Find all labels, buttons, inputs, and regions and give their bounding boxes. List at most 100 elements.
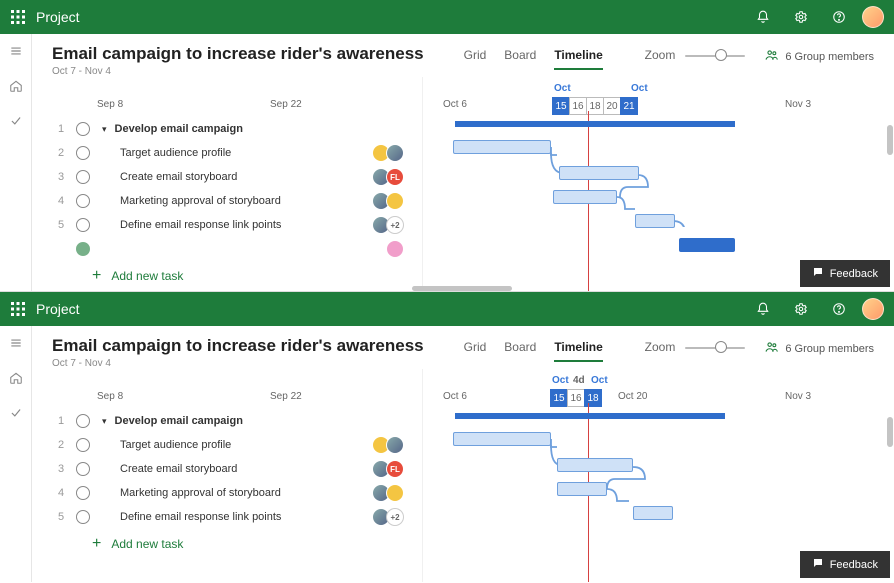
people-icon [765, 48, 779, 65]
user-avatar[interactable] [862, 298, 884, 320]
gantt-bar[interactable] [557, 482, 607, 496]
check-icon[interactable] [9, 406, 23, 425]
task-name: Define email response link points [120, 511, 281, 523]
view-tabs: Grid Board Timeline [464, 44, 603, 70]
notifications-icon[interactable] [754, 300, 772, 318]
plus-icon: + [92, 267, 101, 285]
chat-icon [812, 266, 824, 281]
feedback-button[interactable]: Feedback [800, 260, 890, 287]
help-icon[interactable] [830, 8, 848, 26]
gantt-bar[interactable] [559, 166, 639, 180]
gantt-bar[interactable] [453, 432, 551, 446]
home-icon[interactable] [9, 79, 23, 98]
titlebar: Project [0, 0, 894, 34]
tab-grid[interactable]: Grid [464, 48, 487, 70]
members-label: 6 Group members [785, 51, 874, 63]
assignees[interactable] [376, 436, 404, 454]
task-row[interactable] [52, 237, 422, 261]
zoom-slider[interactable] [685, 49, 745, 61]
menu-icon[interactable] [9, 336, 23, 355]
tab-timeline[interactable]: Timeline [554, 48, 602, 70]
gantt-bar[interactable] [679, 238, 735, 252]
complete-toggle[interactable] [76, 218, 90, 232]
complete-toggle[interactable] [76, 194, 90, 208]
complete-toggle[interactable] [76, 414, 90, 428]
assignees[interactable]: +2 [376, 216, 404, 234]
project-header: Email campaign to increase rider's aware… [32, 326, 894, 369]
assignees[interactable] [376, 484, 404, 502]
menu-icon[interactable] [9, 44, 23, 63]
project-dates: Oct 7 - Nov 4 [52, 66, 424, 77]
task-row[interactable]: 3 Create email storyboard FL [52, 165, 422, 189]
gantt-bar[interactable] [453, 140, 551, 154]
home-icon[interactable] [9, 371, 23, 390]
complete-toggle[interactable] [76, 170, 90, 184]
gantt-bar[interactable] [633, 506, 673, 520]
complete-toggle[interactable] [76, 122, 90, 136]
task-name: Create email storyboard [120, 171, 237, 183]
task-grid: Sep 8 Sep 22 1 ▾ Develop email campaign … [32, 369, 422, 582]
tab-timeline[interactable]: Timeline [554, 340, 602, 362]
add-task-button[interactable]: + Add new task [92, 267, 422, 285]
notifications-icon[interactable] [754, 8, 772, 26]
settings-icon[interactable] [792, 8, 810, 26]
user-avatar[interactable] [862, 6, 884, 28]
tl-date-nov3: Nov 3 [785, 391, 811, 402]
complete-toggle[interactable] [76, 242, 90, 256]
task-row-summary[interactable]: 1 ▾ Develop email campaign [52, 117, 422, 141]
chevron-down-icon[interactable]: ▾ [102, 416, 107, 427]
task-row[interactable]: 2 Target audience profile [52, 141, 422, 165]
assignees[interactable] [376, 144, 404, 162]
task-row[interactable]: 3 Create email storyboard FL [52, 457, 422, 481]
task-row-summary[interactable]: 1 ▾ Develop email campaign [52, 409, 422, 433]
gantt-bar[interactable] [635, 214, 675, 228]
task-name: Marketing approval of storyboard [120, 487, 281, 499]
add-task-button[interactable]: + Add new task [92, 535, 422, 553]
zoom-slider[interactable] [685, 341, 745, 353]
settings-icon[interactable] [792, 300, 810, 318]
task-row[interactable]: 2 Target audience profile [52, 433, 422, 457]
task-row[interactable]: 4 Marketing approval of storyboard [52, 189, 422, 213]
task-name: Develop email campaign [115, 415, 243, 427]
complete-toggle[interactable] [76, 462, 90, 476]
tab-board[interactable]: Board [504, 48, 536, 70]
assignees[interactable]: +2 [376, 508, 404, 526]
complete-toggle[interactable] [76, 510, 90, 524]
task-row[interactable]: 5 Define email response link points +2 [52, 213, 422, 237]
task-name: Define email response link points [120, 219, 281, 231]
gantt-bar[interactable] [557, 458, 633, 472]
tab-grid[interactable]: Grid [464, 340, 487, 362]
task-row[interactable]: 4 Marketing approval of storyboard [52, 481, 422, 505]
task-name: Target audience profile [120, 439, 231, 451]
gantt-bar-summary[interactable] [455, 413, 725, 419]
complete-toggle[interactable] [76, 486, 90, 500]
project-window-top: Project Email campaign to increase rider… [0, 0, 894, 291]
chevron-down-icon[interactable]: ▾ [102, 124, 107, 135]
help-icon[interactable] [830, 300, 848, 318]
complete-toggle[interactable] [76, 438, 90, 452]
app-launcher-icon[interactable] [10, 9, 26, 25]
gantt-bar[interactable] [553, 190, 617, 204]
check-icon[interactable] [9, 114, 23, 133]
members-label: 6 Group members [785, 343, 874, 355]
grid-date-sep8: Sep 8 [97, 391, 123, 402]
assignees[interactable] [376, 192, 404, 210]
assignees[interactable] [390, 240, 404, 258]
assignees[interactable]: FL [376, 168, 404, 186]
app-title: Project [36, 9, 80, 25]
zoom-label: Zoom [645, 340, 676, 354]
assignees[interactable]: FL [376, 460, 404, 478]
project-title: Email campaign to increase rider's aware… [52, 336, 424, 356]
project-title: Email campaign to increase rider's aware… [52, 44, 424, 64]
feedback-button[interactable]: Feedback [800, 551, 890, 578]
members-button[interactable]: 6 Group members [765, 336, 874, 357]
app-launcher-icon[interactable] [10, 301, 26, 317]
task-row[interactable]: 5 Define email response link points +2 [52, 505, 422, 529]
tab-board[interactable]: Board [504, 340, 536, 362]
complete-toggle[interactable] [76, 146, 90, 160]
view-tabs: Grid Board Timeline [464, 336, 603, 362]
gantt-bar-summary[interactable] [455, 121, 735, 127]
members-button[interactable]: 6 Group members [765, 44, 874, 65]
titlebar: Project [0, 292, 894, 326]
timeline-area[interactable]: Oct 6 Nov 3 Oct Oct 15 16 18 20 21 [422, 77, 894, 291]
